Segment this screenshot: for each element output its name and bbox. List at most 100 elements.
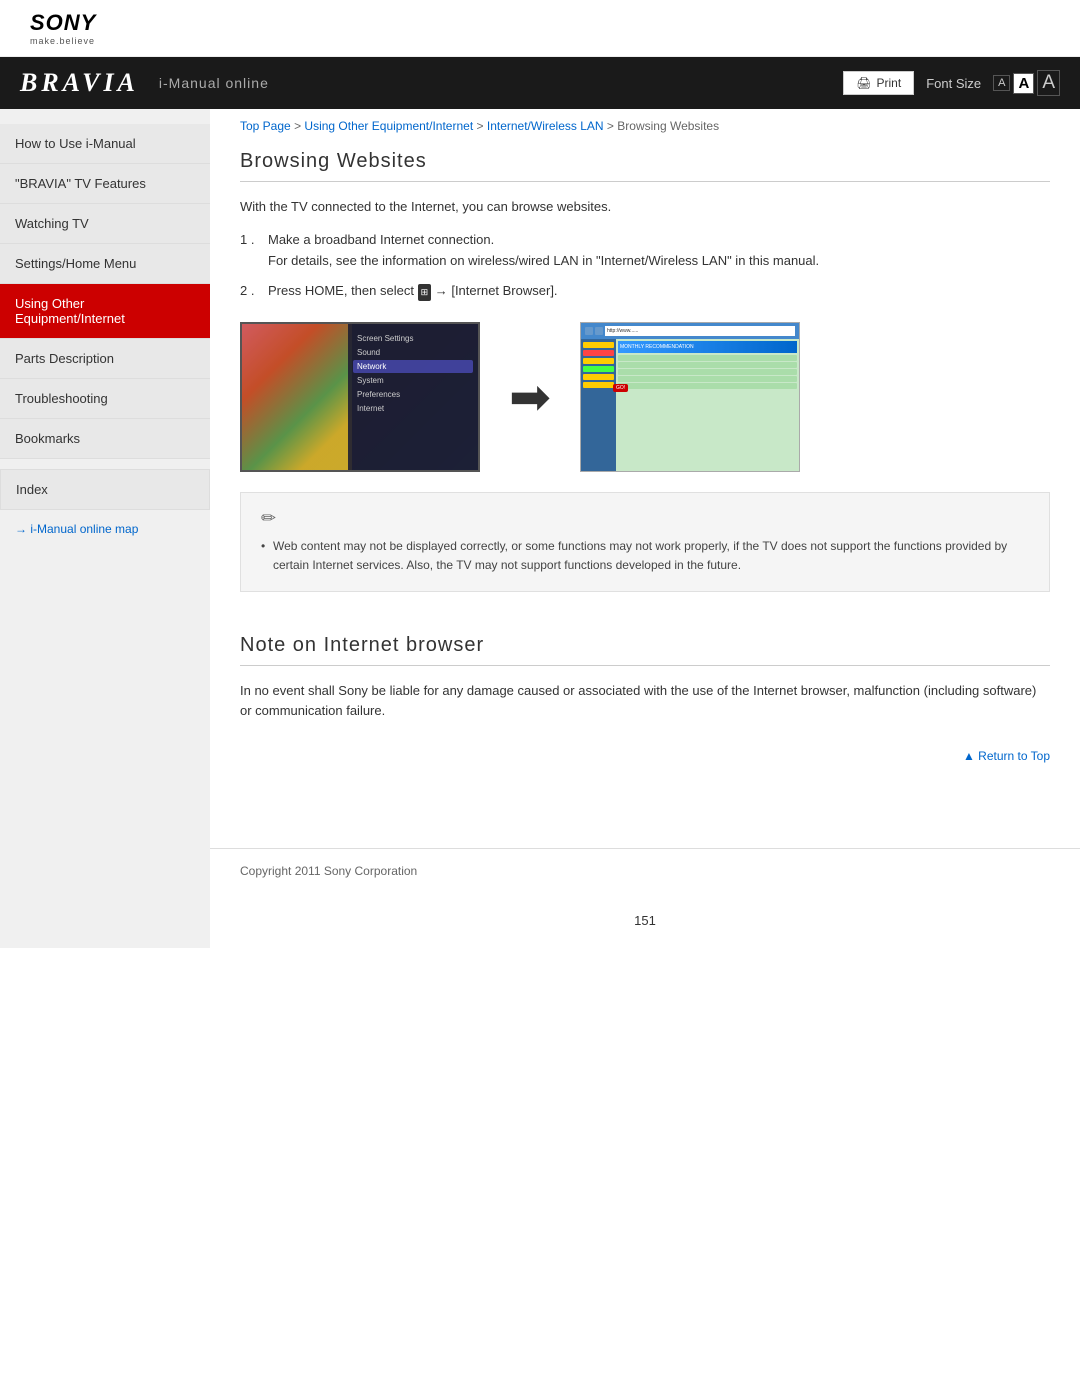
step-2-num: 2 .	[240, 281, 260, 302]
step-1: 1 . Make a broadband Internet connection…	[240, 230, 1050, 272]
step-1-num: 1 .	[240, 230, 260, 272]
breadcrumb-sep1: >	[294, 119, 304, 133]
tv-screenshot: Screen Settings Sound Network System Pre…	[240, 322, 480, 472]
forward-icon	[595, 327, 603, 335]
tv-menu-item-3: Network	[353, 360, 473, 373]
note-box: ✏ Web content may not be displayed corre…	[240, 492, 1050, 591]
browsing-websites-section: Browsing Websites With the TV connected …	[240, 138, 1050, 592]
note-icon: ✏	[261, 508, 1029, 529]
browser-header: http://www......	[581, 323, 799, 339]
bravia-left: BRAVIA i-Manual online	[20, 68, 269, 98]
browser-content-rows	[618, 355, 797, 389]
font-large-button[interactable]: A	[1037, 70, 1060, 96]
home-symbol: ⊞	[418, 284, 432, 300]
breadcrumb-sep3: >	[607, 119, 617, 133]
return-to-top-link[interactable]: Return to Top	[963, 749, 1050, 763]
sidebar-link-troubleshooting[interactable]: Troubleshooting	[0, 379, 210, 418]
sidebar-item-using-other[interactable]: Using Other Equipment/Internet	[0, 284, 210, 339]
content-row-1	[618, 355, 797, 361]
step-1-content: Make a broadband Internet connection. Fo…	[268, 230, 819, 272]
tv-menu-item-2: Sound	[353, 346, 473, 359]
tv-menu-item-1: Screen Settings	[353, 332, 473, 345]
sidebar-link-settings[interactable]: Settings/Home Menu	[0, 244, 210, 283]
breadcrumb-wireless-lan[interactable]: Internet/Wireless LAN	[487, 119, 604, 133]
breadcrumb-top-page[interactable]: Top Page	[240, 119, 291, 133]
sidebar-link-using-other[interactable]: Using Other Equipment/Internet	[0, 284, 210, 338]
sidebar-item-watching-tv[interactable]: Watching TV	[0, 204, 210, 244]
step-1-sub: For details, see the information on wire…	[268, 251, 819, 272]
sidebar-map-link[interactable]: i-Manual online map	[0, 510, 210, 548]
browser-content: MONTHLY RECOMMENDATION	[581, 339, 799, 471]
print-button[interactable]: 🖨 Print	[843, 71, 914, 95]
print-label: Print	[877, 76, 902, 90]
note-on-browser-section: Note on Internet browser In no event sha…	[240, 622, 1050, 779]
intro-text: With the TV connected to the Internet, y…	[240, 197, 1050, 218]
browser-red-button: GO!	[613, 384, 628, 392]
sidebar-item-parts-desc[interactable]: Parts Description	[0, 339, 210, 379]
content-row-4	[618, 376, 797, 382]
bravia-bar: BRAVIA i-Manual online 🖨 Print Font Size…	[0, 57, 1080, 109]
sidebar-link-parts-desc[interactable]: Parts Description	[0, 339, 210, 378]
browser-banner: MONTHLY RECOMMENDATION	[618, 341, 797, 353]
sidebar-item-bravia-features[interactable]: "BRAVIA" TV Features	[0, 164, 210, 204]
footer: Copyright 2011 Sony Corporation	[210, 848, 1080, 893]
sidebar-link-6	[583, 382, 614, 388]
sidebar-link-5	[583, 374, 614, 380]
sidebar-item-settings[interactable]: Settings/Home Menu	[0, 244, 210, 284]
tv-menu-item-6: Internet	[353, 402, 473, 415]
sidebar-link-4	[583, 366, 614, 372]
breadcrumb-sep2: >	[477, 119, 487, 133]
back-icon	[585, 327, 593, 335]
font-small-button[interactable]: A	[993, 75, 1010, 91]
font-size-label: Font Size	[926, 76, 981, 91]
url-bar: http://www......	[605, 326, 795, 336]
bravia-subtitle: i-Manual online	[159, 75, 269, 91]
index-link[interactable]: Index	[0, 469, 210, 510]
return-to-top[interactable]: Return to Top	[240, 734, 1050, 778]
sidebar-item-troubleshooting[interactable]: Troubleshooting	[0, 379, 210, 419]
sidebar-link-bravia-features[interactable]: "BRAVIA" TV Features	[0, 164, 210, 203]
breadcrumb: Top Page > Using Other Equipment/Interne…	[210, 109, 1080, 138]
sony-logo: SONY make.believe	[30, 10, 96, 46]
content-row-5	[618, 383, 797, 389]
copyright-text: Copyright 2011 Sony Corporation	[240, 864, 1050, 878]
imanual-map-link[interactable]: i-Manual online map	[15, 522, 138, 536]
sidebar-link-how-to-use[interactable]: How to Use i-Manual	[0, 124, 210, 163]
content-row-3	[618, 369, 797, 375]
step-2-text: Press HOME, then select ⊞ → [Internet Br…	[268, 283, 558, 298]
page-title: Browsing Websites	[240, 138, 1050, 182]
sony-tagline: make.believe	[30, 36, 95, 46]
browser-left-sidebar	[581, 339, 616, 471]
note-list: Web content may not be displayed correct…	[261, 537, 1029, 575]
top-bar: SONY make.believe	[0, 0, 1080, 57]
print-icon: 🖨	[856, 76, 871, 90]
note-section-text: In no event shall Sony be liable for any…	[240, 681, 1050, 723]
font-size-controls: A A A	[993, 70, 1060, 96]
step-1-main: Make a broadband Internet connection.	[268, 230, 819, 251]
sidebar-index[interactable]: Index	[0, 469, 210, 510]
breadcrumb-current: Browsing Websites	[617, 119, 719, 133]
sidebar-link-3	[583, 358, 614, 364]
sidebar-link-bookmarks[interactable]: Bookmarks	[0, 419, 210, 458]
sidebar-item-bookmarks[interactable]: Bookmarks	[0, 419, 210, 459]
sony-brand: SONY	[30, 10, 96, 36]
arrow-icon: ➡	[500, 368, 560, 426]
tv-menu-item-5: Preferences	[353, 388, 473, 401]
note-section-title: Note on Internet browser	[240, 622, 1050, 666]
browser-main-content: MONTHLY RECOMMENDATION	[616, 339, 799, 471]
font-medium-button[interactable]: A	[1013, 73, 1034, 94]
content-area: Browsing Websites With the TV connected …	[210, 138, 1080, 828]
tv-menu-item-4: System	[353, 374, 473, 387]
breadcrumb-equipment[interactable]: Using Other Equipment/Internet	[304, 119, 473, 133]
tv-menu-panel: Screen Settings Sound Network System Pre…	[348, 324, 478, 470]
flower-image	[242, 324, 352, 470]
browser-screenshot: http://www......	[580, 322, 800, 472]
sidebar-link-watching-tv[interactable]: Watching TV	[0, 204, 210, 243]
sidebar-item-how-to-use[interactable]: How to Use i-Manual	[0, 124, 210, 164]
url-text: http://www......	[607, 328, 638, 334]
sidebar-nav: How to Use i-Manual "BRAVIA" TV Features…	[0, 124, 210, 459]
note-section-body: In no event shall Sony be liable for any…	[240, 681, 1050, 723]
content-wrapper: Top Page > Using Other Equipment/Interne…	[210, 109, 1080, 948]
step-2: 2 . Press HOME, then select ⊞ → [Interne…	[240, 281, 1050, 302]
browser-nav-icons	[585, 327, 603, 335]
